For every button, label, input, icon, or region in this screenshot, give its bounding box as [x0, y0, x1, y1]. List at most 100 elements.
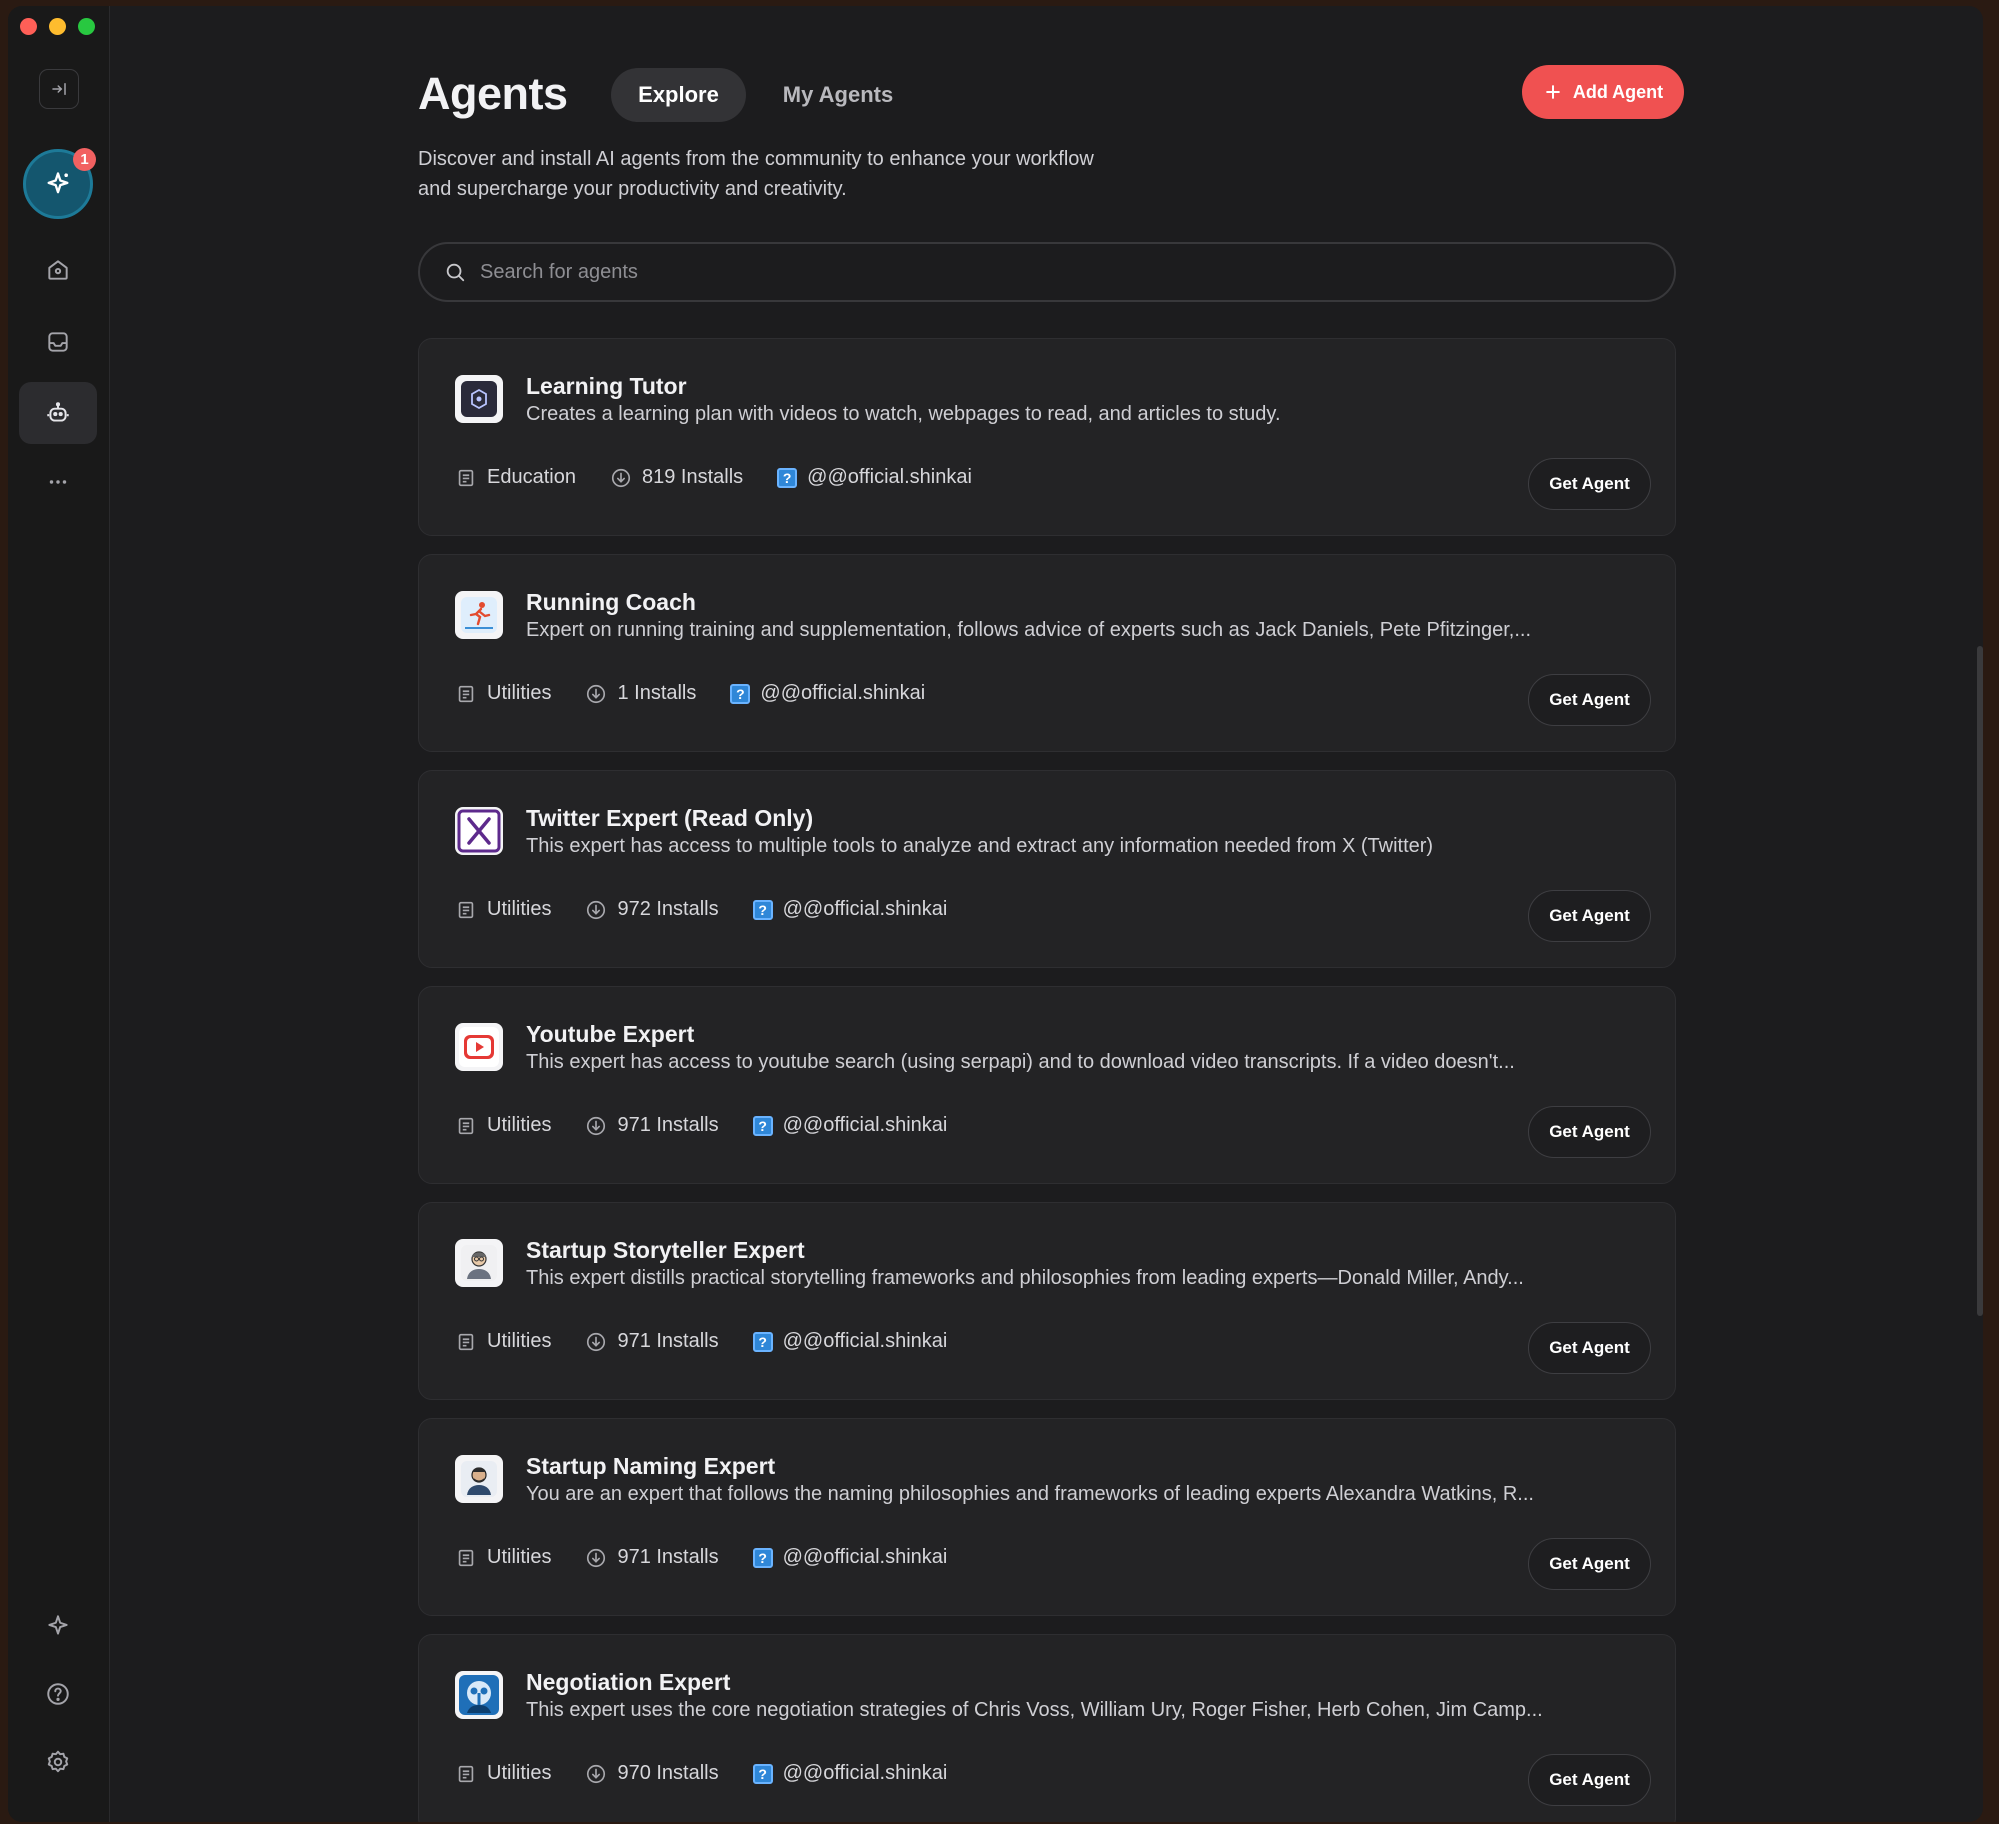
get-agent-button[interactable]: Get Agent — [1528, 674, 1651, 726]
sidebar-item-home[interactable] — [19, 239, 97, 301]
agent-meta: Utilities 970 Installs ? @@official.shin… — [455, 1762, 981, 1785]
category-label: Utilities — [487, 1114, 552, 1136]
installs-count: 970 Installs — [617, 1762, 719, 1784]
window-controls — [20, 18, 95, 35]
category-icon — [458, 469, 474, 486]
download-icon — [587, 1764, 606, 1783]
category-label: Utilities — [487, 1762, 552, 1784]
add-agent-button[interactable]: Add Agent — [1522, 65, 1684, 119]
get-agent-button[interactable]: Get Agent — [1528, 458, 1651, 510]
agent-installs: 971 Installs — [585, 1330, 719, 1353]
agent-installs: 971 Installs — [585, 1114, 719, 1137]
agent-name: Startup Naming Expert — [526, 1453, 776, 1479]
category-label: Utilities — [487, 898, 552, 920]
get-agent-button[interactable]: Get Agent — [1528, 1322, 1651, 1374]
close-window-button[interactable] — [20, 18, 37, 35]
agent-card: Youtube Expert This expert has access to… — [418, 986, 1676, 1184]
author-avatar-icon: ? — [752, 1763, 773, 1784]
agent-description: This expert has access to youtube search… — [526, 1051, 1515, 1073]
app-window: 1 Agents Explore My Agents Add Agent Dis… — [8, 6, 1983, 1822]
agent-category: Utilities — [455, 682, 551, 705]
agent-card: Startup Storyteller Expert This expert d… — [418, 1202, 1676, 1400]
agent-author: ? @@official.shinkai — [752, 1762, 948, 1785]
sidebar-item-help[interactable] — [19, 1663, 97, 1725]
plus-icon — [1545, 85, 1560, 99]
agent-category: Utilities — [455, 898, 551, 921]
get-agent-button[interactable]: Get Agent — [1528, 1538, 1651, 1590]
tab-my-agents[interactable]: My Agents — [763, 68, 913, 122]
author-avatar-icon: ? — [777, 467, 798, 488]
download-icon — [587, 684, 606, 703]
shield-logo-icon — [461, 381, 497, 417]
installs-count: 972 Installs — [617, 898, 719, 920]
notification-badge: 1 — [73, 148, 96, 171]
get-agent-button[interactable]: Get Agent — [1528, 890, 1651, 942]
author-avatar-icon: ? — [752, 899, 773, 920]
author-handle: @@official.shinkai — [782, 1114, 948, 1136]
runner-icon — [461, 597, 497, 633]
get-agent-button[interactable]: Get Agent — [1528, 1106, 1651, 1158]
tab-explore[interactable]: Explore — [611, 68, 746, 122]
agent-meta: Utilities 971 Installs ? @@official.shin… — [455, 1330, 981, 1353]
agent-author: ? @@official.shinkai — [752, 1330, 947, 1353]
robot-icon — [47, 402, 69, 422]
sidebar-item-inbox[interactable] — [19, 311, 97, 373]
negotiation-avatar-icon — [459, 1675, 499, 1715]
agent-card: Negotiation Expert This expert uses the … — [418, 1634, 1676, 1822]
installs-count: 819 Installs — [641, 466, 744, 488]
page-description: Discover and install AI agents from the … — [418, 144, 1218, 204]
description-line-1: Discover and install AI agents from the … — [418, 148, 1094, 170]
agent-name: Learning Tutor — [526, 373, 687, 399]
author-avatar-icon: ? — [752, 1331, 773, 1352]
more-icon — [49, 480, 67, 484]
agent-installs: 970 Installs — [585, 1762, 719, 1785]
ai-sparkle-icon — [47, 172, 69, 194]
agent-description: Creates a learning plan with videos to w… — [526, 403, 1281, 425]
agent-description: This expert uses the core negotiation st… — [526, 1699, 1543, 1721]
download-icon — [587, 1332, 606, 1351]
agent-icon — [455, 1023, 503, 1071]
agent-installs: 972 Installs — [585, 898, 719, 921]
sidebar-item-more[interactable] — [19, 451, 97, 513]
inbox-icon — [48, 332, 68, 352]
installs-count: 971 Installs — [617, 1330, 719, 1352]
agent-description: This expert distills practical storytell… — [526, 1267, 1524, 1289]
agent-meta: Utilities 972 Installs ? @@official.shin… — [455, 898, 981, 921]
search-bar — [418, 242, 1676, 302]
agent-icon — [455, 375, 503, 423]
get-agent-button[interactable]: Get Agent — [1528, 1754, 1651, 1806]
collapse-sidebar-button[interactable] — [39, 69, 79, 109]
author-avatar-icon: ? — [752, 1547, 773, 1568]
installs-count: 971 Installs — [617, 1114, 719, 1136]
search-input[interactable] — [478, 259, 1632, 285]
author-avatar-icon: ? — [730, 683, 751, 704]
agent-icon — [455, 1671, 503, 1719]
author-handle: @@official.shinkai — [782, 898, 948, 920]
sidebar-item-agents[interactable] — [19, 382, 97, 444]
author-handle: @@official.shinkai — [760, 682, 926, 704]
category-label: Utilities — [487, 682, 552, 704]
category-icon — [458, 1549, 474, 1566]
agent-card: Running Coach Expert on running training… — [418, 554, 1676, 752]
sidebar-item-settings[interactable] — [19, 1731, 97, 1793]
naming-avatar-icon — [461, 1461, 497, 1497]
sidebar: 1 — [8, 6, 110, 1822]
author-handle: @@official.shinkai — [782, 1762, 948, 1784]
ai-assistant-button[interactable]: 1 — [23, 148, 96, 219]
minimize-window-button[interactable] — [49, 18, 66, 35]
agent-description: Expert on running training and supplemen… — [526, 619, 1531, 641]
search-icon — [446, 263, 465, 282]
agent-installs: 1 Installs — [585, 682, 696, 705]
category-icon — [458, 1333, 474, 1350]
youtube-icon — [459, 1027, 499, 1067]
maximize-window-button[interactable] — [78, 18, 95, 35]
sidebar-item-sparkle[interactable] — [19, 1595, 97, 1657]
installs-count: 971 Installs — [617, 1546, 719, 1568]
sparkle-icon — [48, 1615, 68, 1635]
scrollbar-thumb[interactable] — [1977, 646, 1983, 1316]
agent-card: Startup Naming Expert You are an expert … — [418, 1418, 1676, 1616]
agent-name: Youtube Expert — [526, 1021, 695, 1047]
category-label: Utilities — [487, 1330, 552, 1352]
category-label: Education — [487, 466, 576, 488]
agent-category: Utilities — [455, 1762, 551, 1785]
